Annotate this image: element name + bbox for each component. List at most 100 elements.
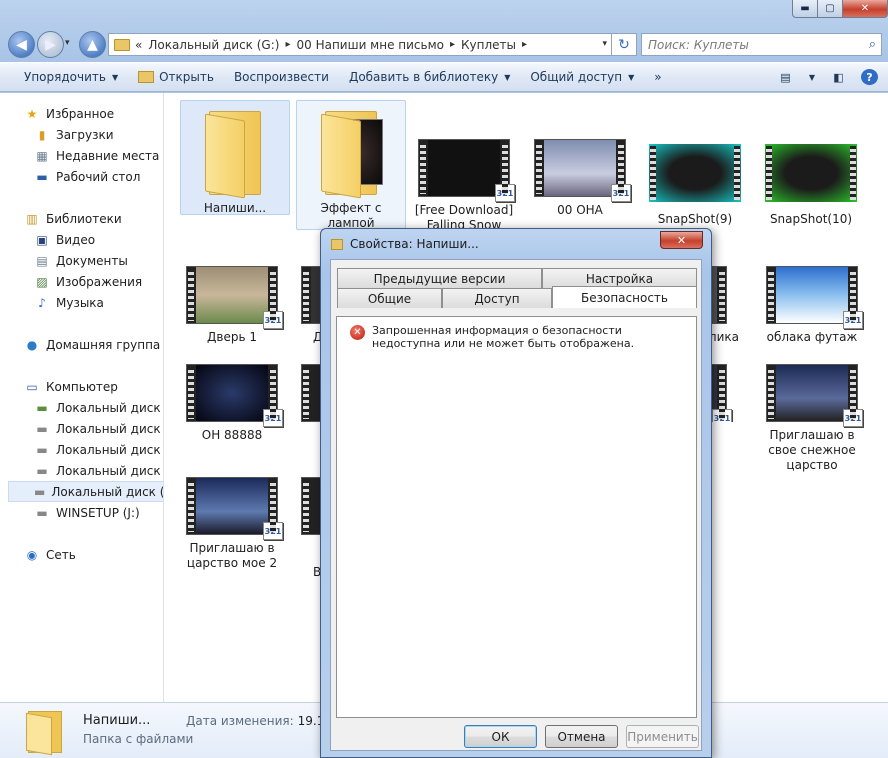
nav-video[interactable]: ▣ Видео xyxy=(34,229,95,250)
refresh-icon: ↻ xyxy=(618,36,630,53)
nav-downloads[interactable]: ▮ Загрузки xyxy=(34,124,114,145)
maximize-button[interactable]: ▢ xyxy=(817,0,842,18)
file-item[interactable]: 321 Дверь 1 xyxy=(177,260,287,345)
nav-favorites[interactable]: ★ Избранное xyxy=(24,103,115,124)
more-commands-button[interactable]: » xyxy=(644,63,671,91)
tab-general[interactable]: Общие xyxy=(337,288,442,308)
nav-network[interactable]: ◉ Сеть xyxy=(24,544,76,565)
video-thumbnail-icon: 321 xyxy=(766,266,863,329)
libraries-icon: ▥ xyxy=(26,211,38,226)
drive-icon: ▬ xyxy=(36,442,48,457)
view-dropdown-icon[interactable]: ▼ xyxy=(808,69,816,85)
tab-security[interactable]: Безопасность xyxy=(552,286,697,308)
nav-images[interactable]: ▨ Изображения xyxy=(34,271,142,292)
star-icon: ★ xyxy=(26,106,38,121)
file-item[interactable]: 321 [Free Download] Falling Snow xyxy=(409,133,519,233)
breadcrumb-separator-icon[interactable]: ▸ xyxy=(285,39,290,50)
open-label: Открыть xyxy=(159,70,214,84)
minimize-button[interactable]: ▬ xyxy=(792,0,817,18)
desktop-icon: ▬ xyxy=(36,169,48,184)
nav-homegroup[interactable]: ● Домашняя группа xyxy=(24,334,161,355)
address-dropdown[interactable]: ▾ xyxy=(602,39,607,49)
navigation-pane: ★ Избранное ▮ Загрузки ▦ Недавние места ▬ Ра… xyxy=(0,93,164,702)
address-bar[interactable]: « Локальный диск (G:) ▸ 00 Напиши мне пи… xyxy=(108,33,612,56)
organize-button[interactable]: Упорядочить ▼ xyxy=(0,63,128,91)
documents-icon: ▤ xyxy=(36,253,48,268)
video-thumbnail-icon: 321 xyxy=(766,364,863,427)
nav-label: Локальный диск (E:) xyxy=(56,442,163,457)
dialog-title-bar: Свойства: Напиши... xyxy=(331,237,479,251)
nav-disk-g[interactable]: ▬ Локальный диск (G:) xyxy=(8,481,164,502)
file-item[interactable]: 321 ОН 88888 xyxy=(177,358,287,443)
breadcrumb-separator-icon[interactable]: ▸ xyxy=(522,39,527,50)
file-item[interactable]: 321 облака футаж xyxy=(757,260,867,345)
nav-label: Рабочий стол xyxy=(56,169,141,184)
dropdown-arrow-icon: ▼ xyxy=(111,72,119,82)
play-label: Воспроизвести xyxy=(233,70,329,84)
nav-disk-d[interactable]: ▬ Локальный диск (D:) xyxy=(34,418,163,439)
cancel-button[interactable]: Отмена xyxy=(545,725,618,748)
nav-disk-c[interactable]: ▬ Локальный диск (C:) xyxy=(34,397,163,418)
dialog-close-button[interactable]: ✕ xyxy=(660,231,703,249)
nav-documents[interactable]: ▤ Документы xyxy=(34,250,127,271)
refresh-button[interactable]: ↻ xyxy=(612,33,637,56)
file-item[interactable]: 321 Приглашаю в свое снежное царство xyxy=(757,358,867,473)
music-icon: ♪ xyxy=(38,295,46,310)
add-library-label: Добавить в библиотеку xyxy=(348,70,499,84)
nav-recent[interactable]: ▦ Недавние места xyxy=(34,145,159,166)
play-button[interactable]: Воспроизвести xyxy=(224,63,339,91)
tab-access[interactable]: Доступ xyxy=(442,288,552,308)
tab-settings[interactable]: Настройка xyxy=(542,268,697,288)
nav-label: Домашняя группа xyxy=(46,337,161,352)
network-icon: ◉ xyxy=(26,547,38,562)
forward-button[interactable]: ▶ xyxy=(37,31,64,58)
nav-label: Локальный диск (G:) xyxy=(51,484,164,499)
change-view-icon[interactable]: ▤ xyxy=(777,69,794,85)
file-item[interactable]: SnapShot(9) xyxy=(640,138,750,227)
snapshot-thumbnail-icon xyxy=(649,144,741,202)
nav-computer[interactable]: ▭ Компьютер xyxy=(24,376,118,397)
share-button[interactable]: Общий доступ ▼ xyxy=(520,63,644,91)
nav-libraries[interactable]: ▥ Библиотеки xyxy=(24,208,121,229)
back-button[interactable]: ◀ xyxy=(8,31,35,58)
help-icon[interactable]: ? xyxy=(861,69,878,85)
ok-button[interactable]: ОК xyxy=(464,725,537,748)
file-name: 00 ОНА xyxy=(557,203,603,217)
dropdown-arrow-icon: ▼ xyxy=(504,72,511,82)
breadcrumb-disk-g[interactable]: Локальный диск (G:) xyxy=(148,38,279,52)
breadcrumb-prefix[interactable]: « xyxy=(135,38,142,52)
close-button[interactable]: ✕ xyxy=(842,0,888,18)
video-thumbnail-icon: 321 xyxy=(186,477,283,540)
nav-winsetup[interactable]: ▬ WINSETUP (J:) xyxy=(34,502,139,523)
search-input[interactable]: Поиск: Куплеты ⌕ xyxy=(641,33,882,56)
file-name: ОН 88888 xyxy=(201,428,263,442)
breadcrumb-separator-icon[interactable]: ▸ xyxy=(450,39,455,50)
details-date-label: Дата изменения: xyxy=(186,714,294,728)
nav-music[interactable]: ♪ Музыка xyxy=(34,292,104,313)
up-arrow-icon: ▲ xyxy=(87,36,98,53)
file-item[interactable]: Напиши... xyxy=(180,100,290,215)
video-thumbnail-icon: 321 xyxy=(186,266,283,329)
tab-previous-versions[interactable]: Предыдущие версии xyxy=(337,268,542,288)
nav-desktop[interactable]: ▬ Рабочий стол xyxy=(34,166,140,187)
search-icon[interactable]: ⌕ xyxy=(869,37,876,52)
history-dropdown[interactable]: ▾ xyxy=(65,38,70,48)
nav-label: Локальный диск (D:) xyxy=(56,421,163,436)
apply-button[interactable]: Применить xyxy=(626,725,699,748)
preview-pane-icon[interactable]: ◧ xyxy=(830,69,847,85)
nav-disk-e[interactable]: ▬ Локальный диск (E:) xyxy=(34,439,163,460)
nav-disk-f[interactable]: ▬ Локальный диск (F:) xyxy=(34,460,163,481)
dialog-body: Предыдущие версии Настройка Общие Доступ… xyxy=(330,259,702,751)
file-item[interactable]: SnapShot(10) xyxy=(756,138,866,227)
open-button[interactable]: Открыть xyxy=(128,63,224,91)
video-icon: ▣ xyxy=(36,232,48,247)
file-item[interactable]: 321 Приглашаю в царство мое 2 xyxy=(177,471,287,571)
add-library-button[interactable]: Добавить в библиотеку ▼ xyxy=(339,63,520,91)
up-button[interactable]: ▲ xyxy=(79,31,106,58)
file-item[interactable]: Эффект с лампой xyxy=(296,100,406,230)
breadcrumb-folder[interactable]: 00 Напиши мне письмо xyxy=(296,38,444,52)
nav-label: Локальный диск (F:) xyxy=(56,463,163,478)
breadcrumb-current[interactable]: Куплеты xyxy=(461,38,516,52)
file-item[interactable]: 321 00 ОНА xyxy=(525,133,635,218)
address-row: ◀ ▶ ▾ ▲ « Локальный диск (G:) ▸ 00 Напиш… xyxy=(6,30,882,58)
